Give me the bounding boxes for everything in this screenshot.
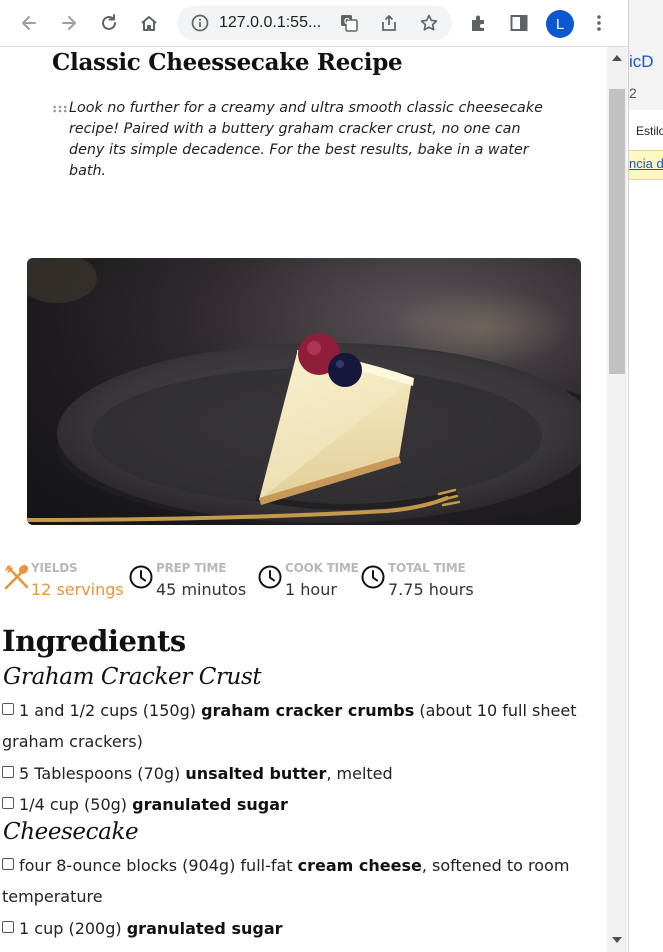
extensions-button[interactable]: [464, 8, 494, 38]
ingredient-text: 1/4 cup (50g): [19, 795, 133, 814]
stat-label: TOTAL TIME: [388, 561, 466, 575]
home-button[interactable]: [134, 8, 164, 38]
background-window-text: Estilo: [636, 124, 663, 138]
ingredient-item: 1/4 cup (50g) granulated sugar: [2, 789, 600, 820]
reload-button[interactable]: [94, 8, 124, 38]
ingredient-checkbox[interactable]: [2, 921, 14, 933]
ingredient-name: cream cheese: [297, 856, 422, 875]
address-bar[interactable]: 127.0.0.1:55... G: [177, 6, 452, 40]
browser-toolbar: 127.0.0.1:55... G L: [0, 0, 628, 47]
stat-value: 1 hour: [285, 580, 337, 599]
stat-label: PREP TIME: [156, 561, 227, 575]
cheesecake-image: [27, 258, 581, 525]
translate-icon[interactable]: G: [338, 12, 360, 34]
reload-icon: [102, 14, 116, 30]
ingredient-text: , melted: [326, 764, 393, 783]
background-window-link[interactable]: ncia d: [629, 150, 663, 180]
bookmark-star-icon[interactable]: [418, 12, 440, 34]
stat-label: COOK TIME: [285, 561, 359, 575]
section-heading: Graham Cracker Crust: [3, 664, 262, 690]
ingredient-checkbox[interactable]: [2, 703, 14, 715]
drag-handle-icon[interactable]: [52, 105, 68, 113]
stat-value: 12 servings: [31, 580, 124, 599]
back-button[interactable]: [14, 8, 44, 38]
side-panel-icon: [510, 15, 528, 31]
background-window: icD 2 Estilo ncia d: [628, 0, 663, 952]
stat-value: 45 minutos: [156, 580, 247, 599]
utensils-icon: [4, 564, 29, 590]
home-icon: [141, 16, 157, 31]
scroll-down-arrow-icon[interactable]: [612, 937, 622, 943]
scrollbar-thumb[interactable]: [609, 89, 625, 374]
page-viewport: Classic Cheessecake Recipe Look no furth…: [0, 47, 607, 952]
page-title: Classic Cheessecake Recipe: [52, 49, 403, 76]
ingredient-item: 5 Tablespoons (70g) unsalted butter, mel…: [2, 758, 600, 789]
ingredient-checkbox[interactable]: [2, 797, 14, 809]
ingredient-name: graham cracker crumbs: [201, 701, 415, 720]
ingredients-heading: Ingredients: [2, 624, 186, 658]
ingredient-name: granulated sugar: [126, 919, 283, 938]
section-heading: Cheesecake: [3, 819, 139, 845]
ingredient-checkbox[interactable]: [2, 766, 14, 778]
arrow-right-icon: [62, 16, 76, 30]
ingredient-text: 1 cup (200g): [19, 919, 127, 938]
stat-label: YIELDS: [31, 561, 78, 575]
ingredient-item: 1 cup (200g) granulated sugar: [2, 913, 600, 944]
url-text[interactable]: 127.0.0.1:55...: [219, 6, 321, 40]
clock-icon: [129, 565, 153, 589]
info-icon[interactable]: [189, 12, 211, 34]
ingredient-item: four 8-ounce blocks (904g) full-fat crea…: [2, 850, 600, 912]
side-panel-button[interactable]: [504, 8, 534, 38]
recipe-summary: Look no further for a creamy and ultra s…: [69, 100, 543, 179]
ingredient-text: 5 Tablespoons (70g): [19, 764, 186, 783]
ingredient-item: 1 and 1/2 cups (150g) graham cracker cru…: [2, 695, 600, 757]
recipe-stats: YIELDS 12 servings PREP TIME 45 minutos …: [0, 558, 607, 608]
ingredient-name: granulated sugar: [132, 795, 288, 814]
clock-icon: [361, 565, 385, 589]
menu-button[interactable]: [584, 8, 614, 38]
more-vert-icon: [597, 15, 601, 31]
svg-text:G: G: [344, 17, 350, 26]
profile-avatar[interactable]: L: [546, 10, 574, 38]
background-window-text: 2: [629, 85, 637, 101]
puzzle-icon: [472, 15, 484, 31]
ingredient-text: four 8-ounce blocks (904g) full-fat: [19, 856, 298, 875]
share-icon[interactable]: [378, 12, 400, 34]
ingredient-text: 1 and 1/2 cups (150g): [19, 701, 202, 720]
recipe-photo: [27, 258, 581, 525]
forward-button[interactable]: [54, 8, 84, 38]
ingredient-checkbox[interactable]: [2, 858, 14, 870]
arrow-left-icon: [22, 16, 36, 30]
background-window-text: icD: [629, 52, 654, 71]
stat-value: 7.75 hours: [388, 580, 474, 599]
page-scrollbar[interactable]: [607, 47, 627, 952]
scroll-up-arrow-icon[interactable]: [612, 55, 622, 61]
ingredient-name: unsalted butter: [185, 764, 327, 783]
clock-icon: [258, 565, 282, 589]
